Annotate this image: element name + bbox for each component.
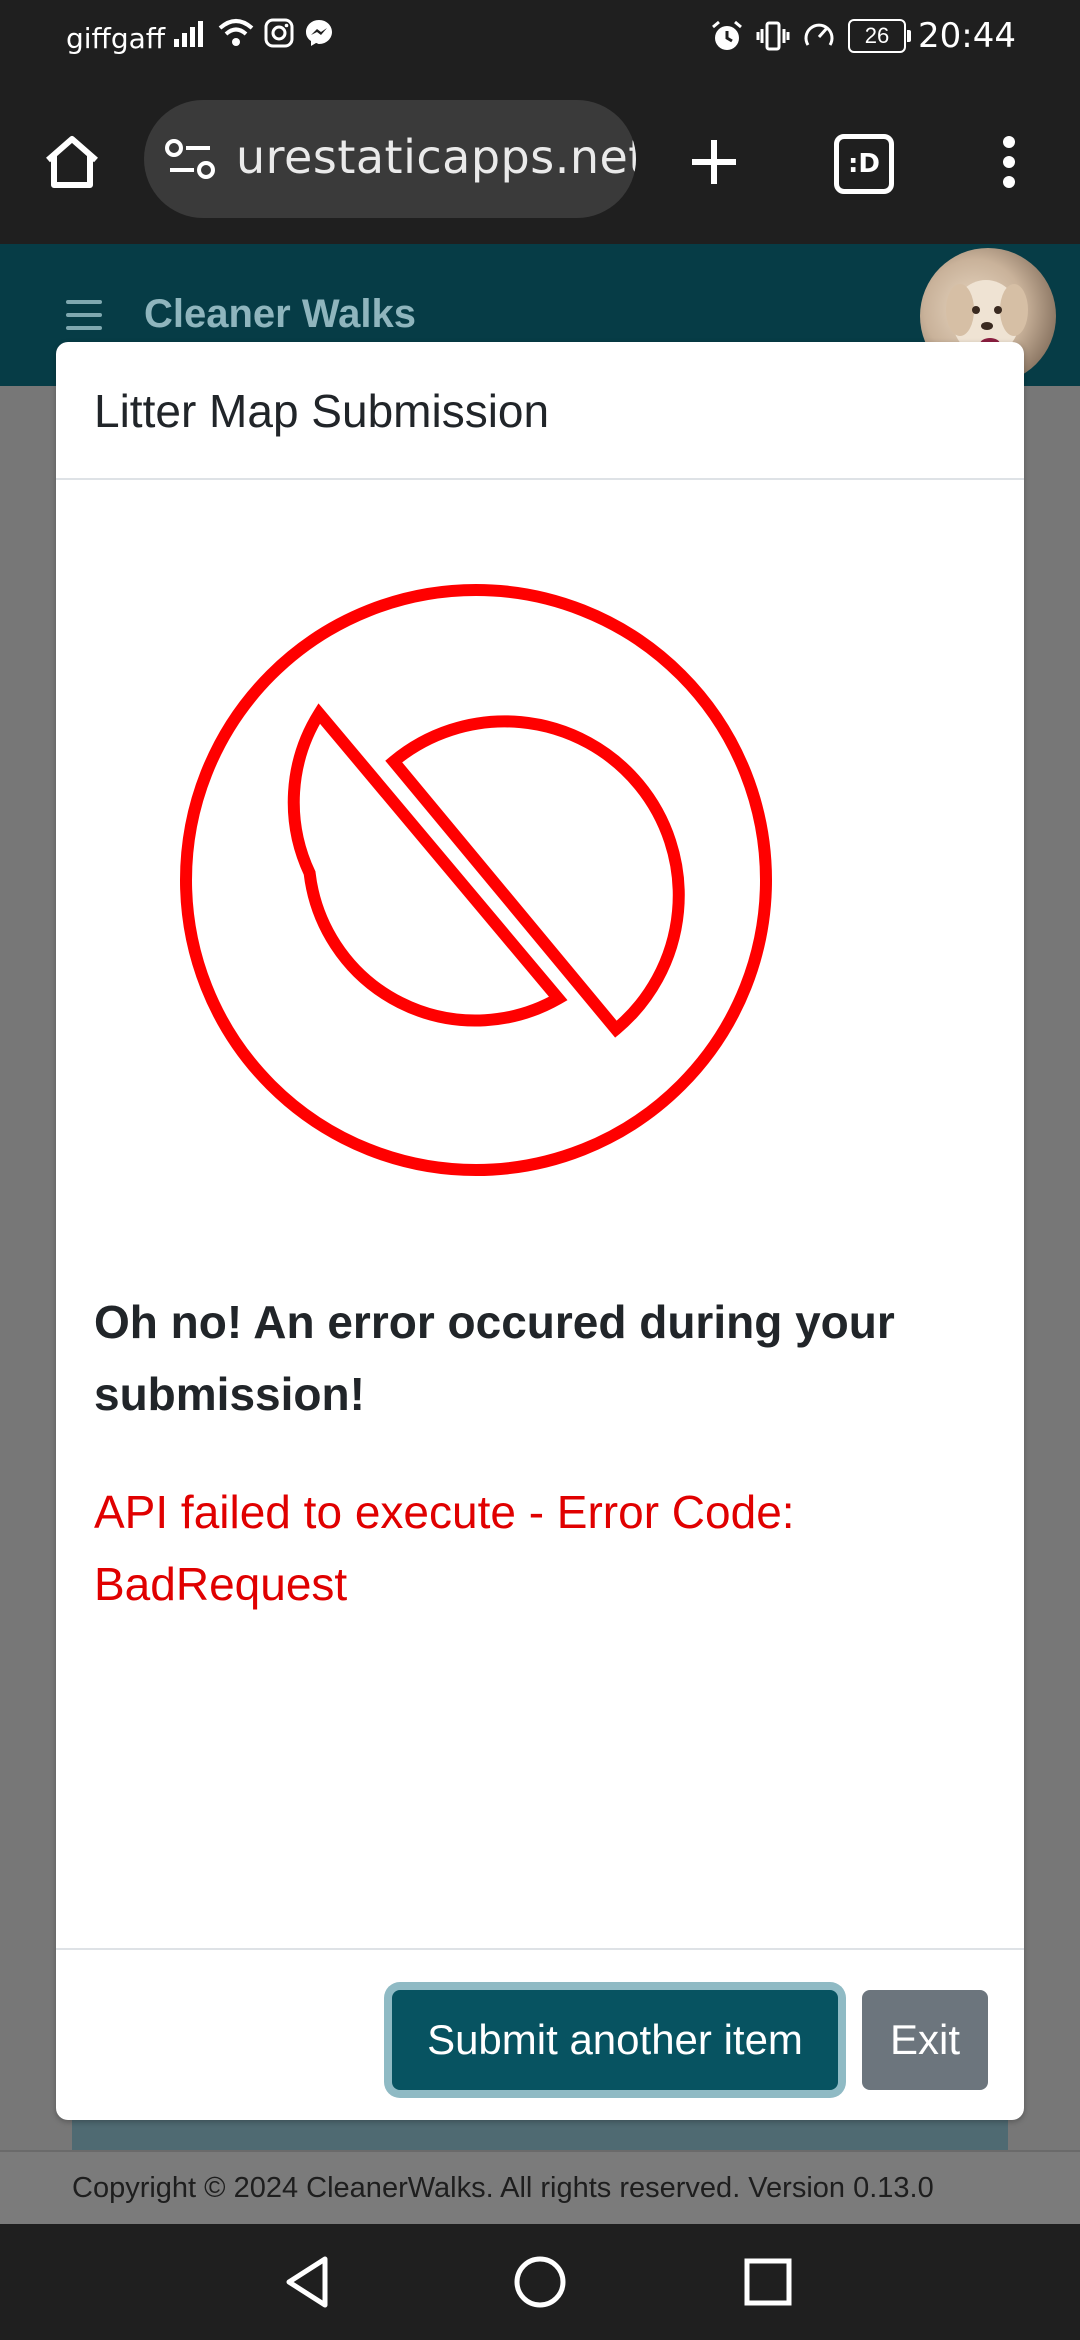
data-saver-icon	[804, 23, 834, 46]
battery-level: 26	[864, 23, 890, 48]
status-right-icons: 26 20:44	[710, 16, 1016, 56]
back-icon	[286, 2256, 328, 2308]
battery-icon: 26	[848, 19, 912, 53]
back-button[interactable]	[278, 2252, 338, 2312]
alarm-icon	[712, 20, 742, 50]
modal-title: Litter Map Submission	[94, 385, 550, 437]
system-nav-bar	[0, 2224, 1080, 2340]
status-time: 20:44	[918, 16, 1016, 56]
instagram-icon	[264, 18, 294, 48]
browser-toolbar: urestaticapps.net :D	[0, 76, 1080, 244]
home-circle-icon	[514, 2256, 566, 2308]
exit-button[interactable]: Exit	[862, 1990, 988, 2090]
home-icon	[46, 136, 98, 188]
status-left-icons	[174, 18, 334, 48]
plus-icon	[692, 140, 736, 184]
error-heading: Oh no! An error occured during your subm…	[94, 1296, 895, 1420]
new-tab-button[interactable]	[676, 124, 752, 200]
address-bar[interactable]: urestaticapps.net	[144, 100, 636, 218]
status-bar: giffgaff 26 20:44	[0, 0, 1080, 76]
carrier-label: giffgaff	[66, 22, 166, 55]
home-nav-button[interactable]	[510, 2252, 570, 2312]
hamburger-menu-icon[interactable]	[66, 300, 102, 330]
more-vert-icon	[1003, 136, 1015, 188]
site-settings-icon[interactable]	[160, 134, 220, 184]
browser-menu-button[interactable]	[986, 124, 1032, 200]
submission-modal: Litter Map Submission Oh no! An error oc…	[56, 342, 1024, 2120]
tab-switcher-label: :D	[848, 149, 880, 179]
prohibited-icon	[180, 584, 772, 1176]
modal-footer: Submit another item Exit	[56, 1948, 1024, 2122]
recents-button[interactable]	[738, 2252, 798, 2312]
submit-another-item-button[interactable]: Submit another item	[392, 1990, 838, 2090]
vibrate-icon	[756, 21, 790, 51]
footer-copyright: Copyright © 2024 CleanerWalks. All right…	[72, 2172, 934, 2204]
messenger-icon	[306, 20, 332, 46]
tab-switcher-icon: :D	[834, 134, 894, 194]
app-title[interactable]: Cleaner Walks	[144, 292, 416, 337]
error-detail-message: API failed to execute - Error Code: BadR…	[94, 1486, 795, 1610]
page-footer: Copyright © 2024 CleanerWalks. All right…	[0, 2150, 1080, 2226]
signal-icon	[174, 21, 203, 47]
tab-switcher-button[interactable]: :D	[826, 126, 902, 202]
recents-square-icon	[744, 2258, 792, 2306]
wifi-icon	[218, 19, 254, 46]
home-button[interactable]	[36, 126, 108, 198]
url-text[interactable]: urestaticapps.net	[236, 130, 636, 184]
modal-header: Litter Map Submission	[56, 342, 1024, 480]
